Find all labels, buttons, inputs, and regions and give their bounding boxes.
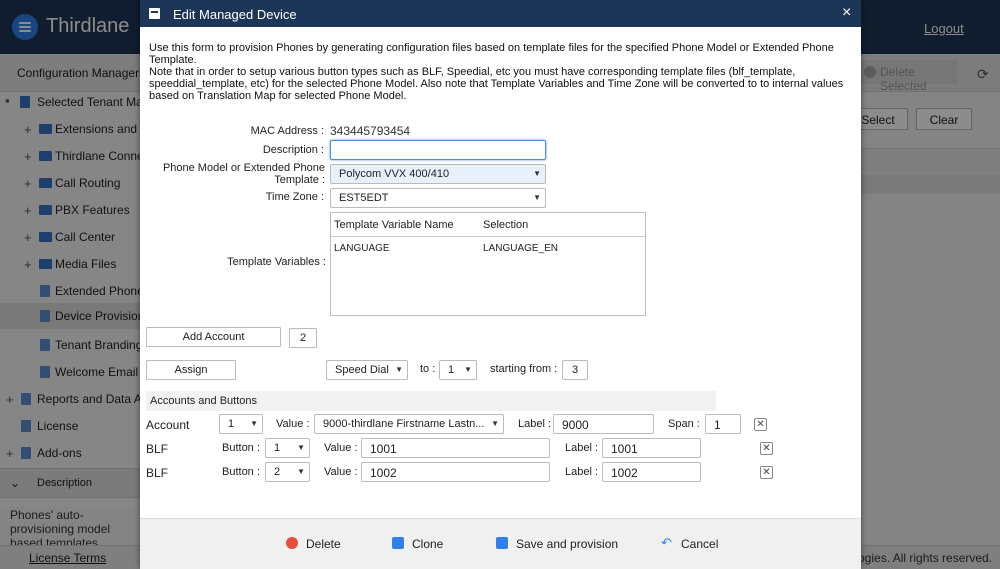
clone-label: Clone: [412, 537, 444, 551]
clone-button[interactable]: Clone: [392, 537, 444, 551]
blf-label-input[interactable]: 1001: [602, 438, 701, 458]
account-value: 9000-thirdlane Firstname Lastn...: [323, 418, 485, 430]
remove-row-icon[interactable]: ✕: [760, 442, 773, 455]
blf-value-input[interactable]: 1001: [361, 438, 550, 458]
blf-button-label: Button :: [222, 442, 260, 454]
delete-label: Delete: [306, 537, 341, 551]
blf-button-select[interactable]: 2 ▼: [265, 462, 310, 482]
variable-name-cell: LANGUAGE: [334, 243, 390, 254]
save-and-provision-label: Save and provision: [516, 537, 619, 551]
phone-model-select[interactable]: Polycom VVX 400/410 ▼: [330, 164, 546, 184]
to-label: to :: [420, 363, 436, 375]
blf-button-value: 2: [274, 466, 281, 478]
clone-icon: [392, 537, 404, 549]
blf-button-select[interactable]: 1 ▼: [265, 438, 310, 458]
account-label-label: Label :: [518, 418, 552, 430]
template-variables-table: Template Variable Name Selection LANGUAG…: [330, 212, 646, 316]
dialog-icon: [149, 8, 160, 19]
edit-managed-device-dialog: Edit Managed Device × Use this form to p…: [140, 0, 861, 569]
account-number-select[interactable]: 1 ▼: [219, 414, 263, 434]
blf-value-label: Value :: [324, 442, 358, 454]
description-label: Description :: [262, 144, 324, 156]
to-select[interactable]: 1 ▼: [439, 360, 477, 380]
variable-selection-cell[interactable]: LANGUAGE_EN: [483, 243, 558, 254]
blf-label-label: Label :: [565, 442, 599, 454]
close-icon[interactable]: ×: [842, 4, 851, 22]
blf-button-label: Button :: [222, 466, 260, 478]
span-label: Span :: [668, 418, 700, 430]
column-header-name: Template Variable Name: [334, 219, 454, 231]
chevron-down-icon: ▼: [297, 467, 305, 476]
account-value-label: Value :: [276, 418, 310, 430]
dialog-footer: Delete Clone Save and provision ↶ Cancel: [140, 518, 861, 569]
assign-type-select[interactable]: Speed Dial ▼: [326, 360, 408, 380]
account-label-input[interactable]: 9000: [553, 414, 654, 434]
phone-model-label-line-2: Template :: [274, 174, 325, 186]
dialog-title-bar: Edit Managed Device ×: [140, 0, 861, 27]
blf-label-input[interactable]: 1002: [602, 462, 701, 482]
blf-row-type: BLF: [146, 442, 169, 456]
chevron-down-icon: ▼: [533, 169, 541, 178]
intro-paragraph-1: Use this form to provision Phones by gen…: [149, 42, 834, 66]
time-zone-select[interactable]: EST5EDT ▼: [330, 188, 546, 208]
phone-model-label-line-1: Phone Model or Extended Phone: [162, 162, 325, 174]
mac-address-label: MAC Address :: [250, 125, 324, 137]
account-row-type: Account: [146, 418, 190, 432]
accounts-and-buttons-header: Accounts and Buttons: [146, 391, 716, 411]
phone-model-label: Phone Model or Extended Phone Template :: [160, 162, 325, 186]
phone-model-value: Polycom VVX 400/410: [339, 168, 450, 180]
cancel-label: Cancel: [681, 537, 719, 551]
intro-paragraph-2: Note that in order to setup various butt…: [149, 66, 844, 102]
table-header: Template Variable Name Selection: [331, 213, 645, 237]
intro-text: Use this form to provision Phones by gen…: [149, 42, 849, 102]
time-zone-value: EST5EDT: [339, 192, 389, 204]
remove-row-icon[interactable]: ✕: [754, 418, 767, 431]
add-account-button[interactable]: Add Account: [146, 327, 281, 347]
add-account-count-input[interactable]: 2: [289, 328, 317, 348]
template-variables-label: Template Variables :: [227, 256, 326, 268]
blf-value-label: Value :: [324, 466, 358, 478]
span-input[interactable]: 1: [705, 414, 741, 434]
blf-button-value: 1: [274, 442, 281, 454]
starting-from-input[interactable]: 3: [562, 360, 588, 380]
chevron-down-icon: ▼: [491, 419, 499, 428]
time-zone-label: Time Zone :: [265, 191, 324, 203]
description-input[interactable]: [330, 140, 546, 160]
save-and-provision-button[interactable]: Save and provision: [496, 537, 619, 551]
remove-row-icon[interactable]: ✕: [760, 466, 773, 479]
chevron-down-icon: ▼: [533, 193, 541, 202]
chevron-down-icon: ▼: [297, 443, 305, 452]
cancel-button[interactable]: ↶ Cancel: [661, 535, 719, 551]
account-value-select[interactable]: 9000-thirdlane Firstname Lastn... ▼: [314, 414, 504, 434]
blf-row-type: BLF: [146, 466, 169, 480]
delete-icon: [286, 537, 298, 549]
dialog-title: Edit Managed Device: [173, 7, 297, 22]
starting-from-label: starting from :: [490, 363, 558, 375]
blf-label-label: Label :: [565, 466, 599, 478]
chevron-down-icon: ▼: [464, 365, 472, 374]
account-number-value: 1: [228, 418, 235, 430]
delete-button[interactable]: Delete: [286, 537, 341, 551]
mac-address-value: 343445793454: [330, 124, 411, 138]
table-row[interactable]: LANGUAGE LANGUAGE_EN: [331, 237, 645, 259]
chevron-down-icon: ▼: [250, 419, 258, 428]
undo-icon: ↶: [661, 535, 672, 550]
assign-type-value: Speed Dial: [335, 364, 389, 376]
column-header-selection: Selection: [483, 219, 529, 231]
chevron-down-icon: ▼: [395, 365, 403, 374]
to-value: 1: [448, 364, 455, 376]
save-icon: [496, 537, 508, 549]
assign-button[interactable]: Assign: [146, 360, 236, 380]
blf-value-input[interactable]: 1002: [361, 462, 550, 482]
